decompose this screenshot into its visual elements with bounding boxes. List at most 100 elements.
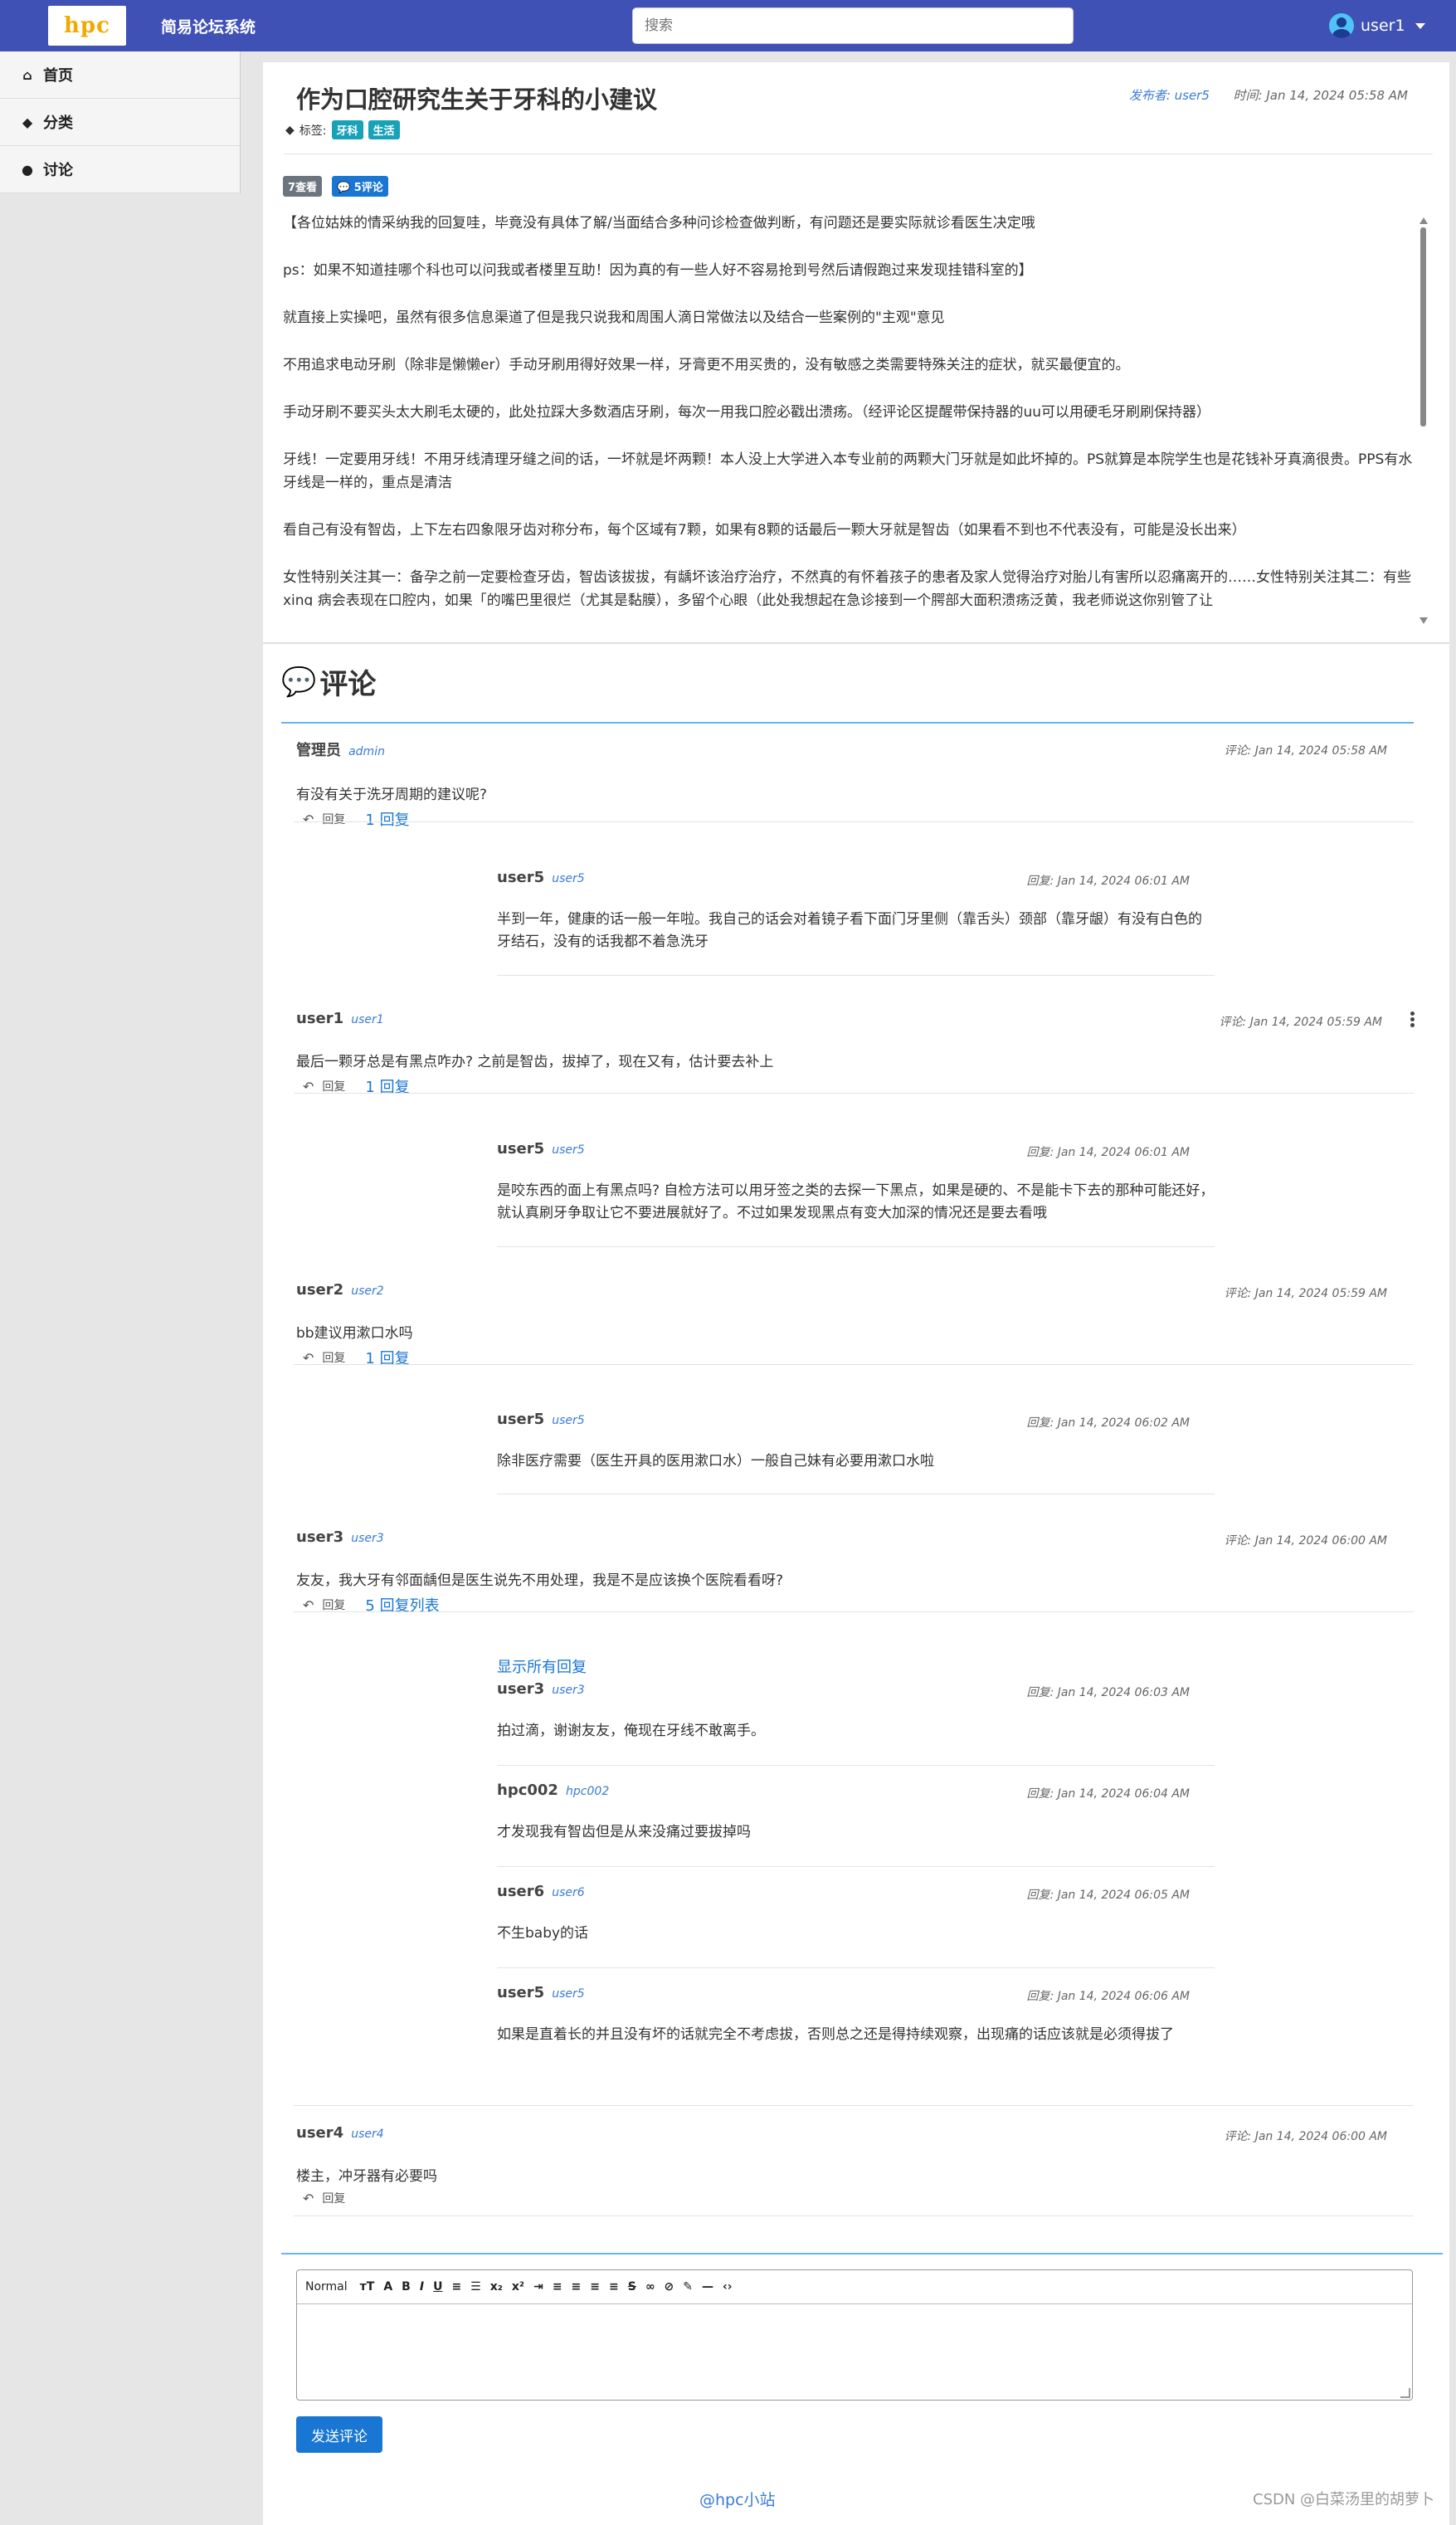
reply-count-link[interactable]: 1 回复: [365, 1347, 409, 1368]
reply-user[interactable]: user5: [497, 1411, 544, 1428]
reply-handle[interactable]: user3: [552, 1684, 584, 1697]
reply-icon[interactable]: ↶: [303, 1079, 314, 1094]
reply-icon[interactable]: ↶: [303, 1597, 314, 1613]
align-justify-icon[interactable]: ≡: [609, 2280, 619, 2293]
unlink-icon[interactable]: ⊘: [665, 2280, 674, 2293]
reply-handle[interactable]: user5: [552, 872, 584, 885]
comment-actions: ↶ 回复 1 回复: [296, 1347, 1412, 1368]
footer-link[interactable]: @hpc小站: [699, 2488, 776, 2510]
link-icon[interactable]: ∞: [645, 2280, 655, 2293]
align-center-icon[interactable]: ≡: [572, 2280, 582, 2293]
reply-user[interactable]: user6: [497, 1883, 544, 1900]
reply-user[interactable]: user5: [497, 1984, 544, 2001]
reply-button[interactable]: 回复: [322, 2190, 345, 2206]
comment-handle[interactable]: user2: [351, 1284, 383, 1298]
post-paragraph: 【各位姑妹的情采纳我的回复哇，毕竟没有具体了解/当面结合多种问诊检查做判断，有问…: [283, 215, 1035, 232]
horizontal-rule-icon[interactable]: —: [702, 2280, 713, 2293]
user-menu[interactable]: user1: [1329, 12, 1425, 40]
indent-icon[interactable]: ⇥: [533, 2280, 543, 2293]
comment-handle[interactable]: user1: [351, 1013, 383, 1026]
font-color-icon[interactable]: A: [383, 2280, 392, 2293]
tag-badge[interactable]: 牙科: [331, 120, 363, 139]
post-paragraph: 就直接上实操吧，虽然有很多信息渠道了但是我只说我和周围人滴日常做法以及结合一些案…: [283, 310, 945, 326]
more-options-icon[interactable]: [1410, 1011, 1415, 1028]
app-name[interactable]: 简易论坛系统: [161, 15, 256, 37]
tag-badge[interactable]: 生活: [368, 120, 400, 139]
show-all-replies-link[interactable]: 显示所有回复: [497, 1655, 587, 1677]
comment-time: 评论: Jan 14, 2024 05:59 AM: [1219, 1016, 1382, 1029]
content-scrollbar[interactable]: [1418, 217, 1429, 624]
reply-handle[interactable]: user5: [552, 1414, 584, 1427]
reply-user[interactable]: user5: [497, 869, 544, 886]
editor-textarea[interactable]: [297, 2304, 1412, 2396]
align-right-icon[interactable]: ≡: [590, 2280, 600, 2293]
comment-editor: Normal ᴛT A B I U ≡ ☰ x₂ x² ⇥ ≡ ≡ ≡ ≡ S …: [296, 2269, 1413, 2401]
comment-user[interactable]: user2: [296, 1281, 343, 1299]
reply-button[interactable]: 回复: [322, 1596, 345, 1613]
comment-user[interactable]: user3: [296, 1528, 343, 1546]
comment-user[interactable]: user4: [296, 2124, 343, 2142]
comment-handle[interactable]: user3: [351, 1532, 383, 1545]
divider: [497, 1967, 1215, 1968]
reply-count-link[interactable]: 1 回复: [365, 808, 409, 830]
format-select[interactable]: Normal: [305, 2280, 348, 2293]
reply-button[interactable]: 回复: [322, 1349, 345, 1366]
post-paragraph: 不用追求电动牙刷（除非是懒懒er）手动牙刷用得好效果一样，牙膏更不用买贵的，没有…: [283, 357, 1130, 373]
reply-list-link[interactable]: 5 回复列表: [365, 1594, 439, 1616]
bold-icon[interactable]: B: [402, 2280, 411, 2293]
comment-user[interactable]: 管理员: [296, 742, 341, 759]
sidebar-item-categories[interactable]: ◆ 分类: [0, 99, 240, 146]
code-icon[interactable]: ‹›: [723, 2280, 733, 2293]
italic-icon[interactable]: I: [420, 2280, 424, 2293]
reply-handle[interactable]: user5: [552, 1987, 584, 2001]
ordered-list-icon[interactable]: ≡: [451, 2280, 461, 2293]
font-size-icon[interactable]: ᴛT: [360, 2280, 375, 2293]
reply-handle[interactable]: hpc002: [566, 1785, 609, 1798]
reply-text: 半到一年，健康的话一般一年啦。我自己的话会对着镜子看下面门牙里侧（靠舌头）颈部（…: [497, 911, 1202, 950]
bullet-list-icon[interactable]: ☰: [470, 2280, 481, 2293]
site-logo[interactable]: hpc: [48, 6, 126, 46]
strikethrough-icon[interactable]: S: [628, 2280, 636, 2293]
scroll-thumb[interactable]: [1420, 227, 1426, 427]
post-publisher[interactable]: 发布者: user5: [1129, 88, 1210, 103]
post-content[interactable]: 【各位姑妹的情采纳我的回复哇，毕竟没有具体了解/当面结合多种问诊检查做判断，有问…: [283, 212, 1419, 606]
reply: user3 user3 回复: Jan 14, 2024 06:03 AM 拍过…: [497, 1680, 1215, 1766]
resize-handle[interactable]: [1400, 2388, 1410, 2398]
reply: user5 user5 回复: Jan 14, 2024 06:06 AM 如果…: [497, 1984, 1215, 2046]
post-paragraph: 手动牙刷不要买头太大刷毛太硬的，此处拉踩大多数酒店牙刷，每次一用我口腔必戳出溃疡…: [283, 404, 1211, 421]
comment-handle[interactable]: user4: [351, 2128, 383, 2141]
home-icon: ⌂: [22, 66, 32, 83]
sidebar-item-discussion[interactable]: ● 讨论: [0, 146, 240, 193]
comment-actions: ↶ 回复 1 回复: [296, 808, 1412, 830]
reply-text: 如果是直着长的并且没有坏的话就完全不考虑拔，否则总之还是得持续观察，出现痛的话应…: [497, 2026, 1174, 2043]
comment-handle[interactable]: admin: [348, 745, 385, 758]
reply: user5 user5 回复: Jan 14, 2024 06:01 AM 是咬…: [497, 1140, 1215, 1247]
editor-toolbar: Normal ᴛT A B I U ≡ ☰ x₂ x² ⇥ ≡ ≡ ≡ ≡ S …: [297, 2270, 1412, 2304]
reply-icon[interactable]: ↶: [303, 1350, 314, 1366]
reply-user[interactable]: hpc002: [497, 1782, 558, 1799]
reply-button[interactable]: 回复: [322, 811, 345, 827]
subscript-icon[interactable]: x₂: [490, 2280, 503, 2293]
align-left-icon[interactable]: ≡: [553, 2280, 562, 2293]
comment-actions: ↶ 回复 5 回复列表: [296, 1594, 1412, 1616]
reply-user[interactable]: user3: [497, 1680, 544, 1698]
comment-actions: ↶ 回复: [296, 2190, 1412, 2206]
reply-count-link[interactable]: 1 回复: [365, 1075, 409, 1097]
reply-icon[interactable]: ↶: [303, 2191, 314, 2206]
highlight-icon[interactable]: ✎: [683, 2280, 693, 2293]
scroll-down-icon[interactable]: [1419, 617, 1428, 624]
reply-handle[interactable]: user5: [552, 1143, 584, 1157]
reply-button[interactable]: 回复: [322, 1078, 345, 1094]
underline-icon[interactable]: U: [433, 2280, 442, 2293]
sidebar-item-home[interactable]: ⌂ 首页: [0, 51, 240, 99]
search-input[interactable]: [632, 7, 1074, 44]
comment-user[interactable]: user1: [296, 1010, 343, 1027]
reply: user5 user5 回复: Jan 14, 2024 06:01 AM 半到…: [497, 869, 1215, 976]
reply-icon[interactable]: ↶: [303, 812, 314, 827]
reply-user[interactable]: user5: [497, 1140, 544, 1158]
reply-handle[interactable]: user6: [552, 1886, 584, 1899]
superscript-icon[interactable]: x²: [512, 2280, 524, 2293]
divider: [294, 2105, 1414, 2106]
scroll-up-icon[interactable]: [1419, 217, 1428, 224]
send-comment-button[interactable]: 发送评论: [296, 2416, 382, 2453]
